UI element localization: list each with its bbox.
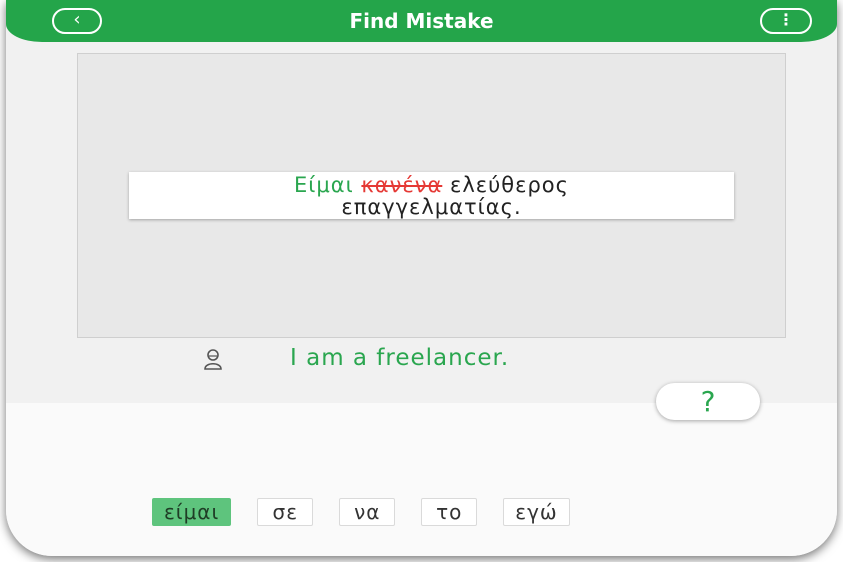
- more-vertical-icon: ⋮: [778, 10, 794, 29]
- answer-area: [6, 403, 837, 556]
- sentence-card: Είμαι κανένα ελεύθερος επαγγελματίας.: [129, 172, 734, 219]
- option-chip[interactable]: σε: [257, 498, 314, 526]
- top-app-bar: ‹ Find Mistake ⋮: [6, 0, 837, 42]
- answer-options: είμαι σε να το εγώ: [152, 498, 570, 528]
- option-chip[interactable]: είμαι: [152, 498, 232, 526]
- help-button[interactable]: ?: [656, 383, 760, 420]
- menu-button[interactable]: ⋮: [760, 8, 812, 34]
- person-speaking-icon[interactable]: [202, 348, 224, 370]
- option-chip[interactable]: εγώ: [503, 498, 570, 526]
- option-chip[interactable]: να: [339, 498, 396, 526]
- translation-text: I am a freelancer.: [290, 345, 510, 371]
- option-chip[interactable]: το: [421, 498, 478, 526]
- sentence-word-rest: ελεύθερος: [449, 173, 569, 197]
- sentence-word-mistake: κανένα: [361, 173, 443, 197]
- page-title: Find Mistake: [349, 9, 494, 33]
- sentence-word-correct: Είμαι: [294, 173, 354, 197]
- translation-row: I am a freelancer.: [202, 345, 702, 375]
- app-screen: ‹ Find Mistake ⋮ Είμαι κανένα ελεύθερος …: [6, 0, 837, 556]
- sentence-line-2: επαγγελματίας.: [341, 195, 522, 219]
